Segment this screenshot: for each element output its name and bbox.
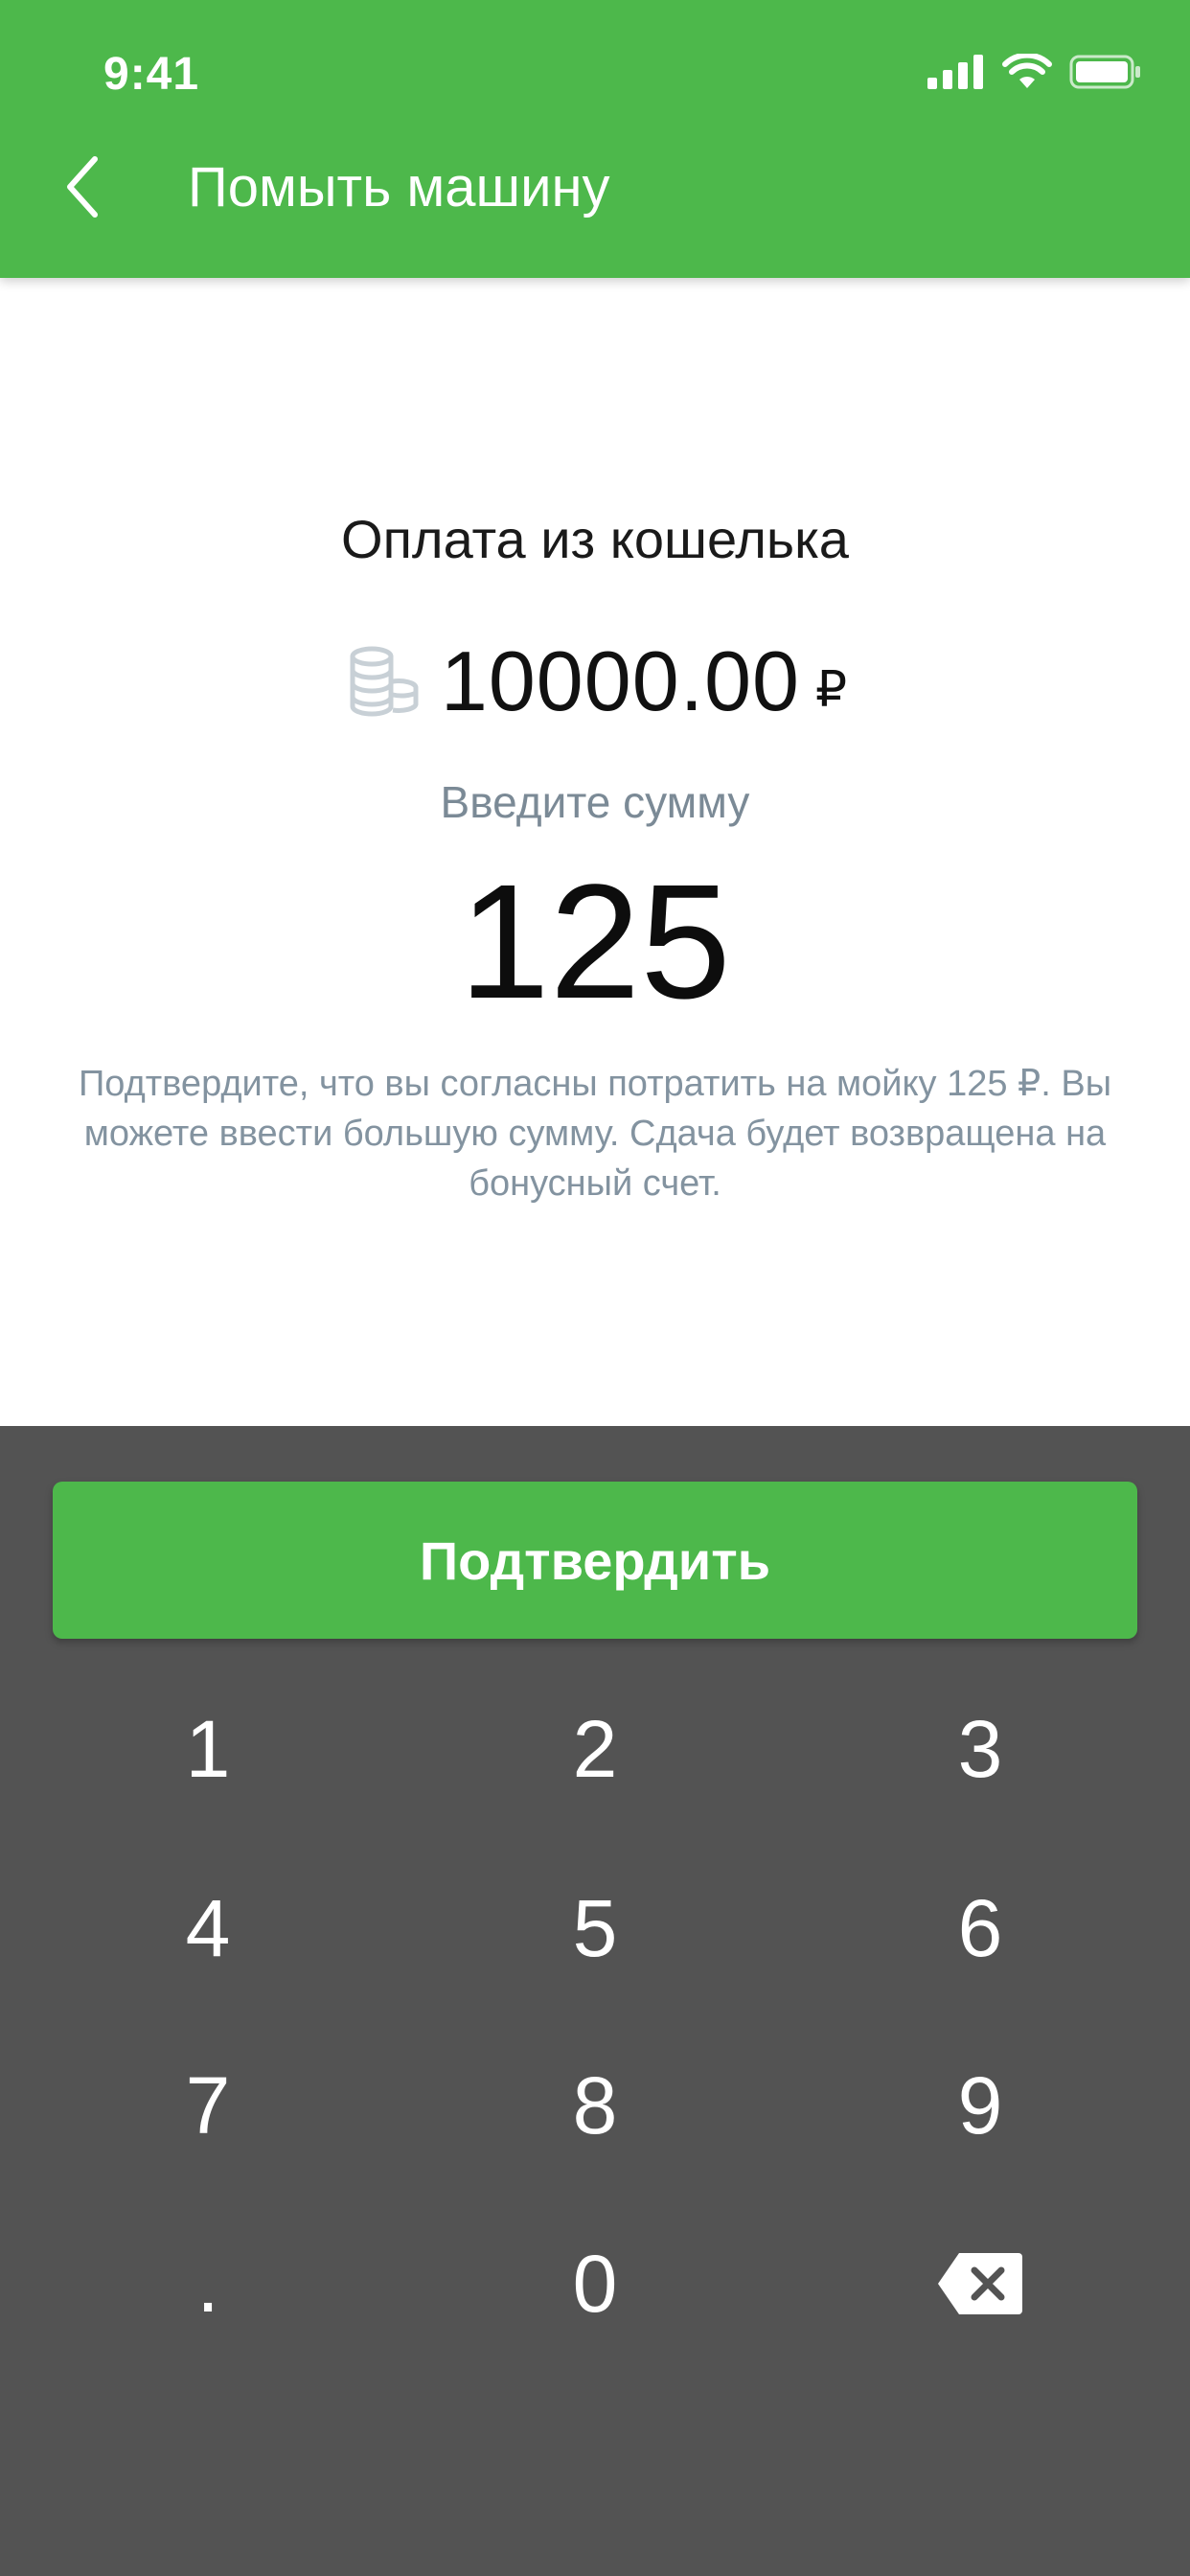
status-icons <box>927 54 1142 90</box>
balance-currency: ₽ <box>814 662 848 718</box>
backspace-key[interactable] <box>836 2212 1124 2356</box>
key-decimal[interactable]: . <box>64 2212 352 2356</box>
key-4[interactable]: 4 <box>64 1856 352 2000</box>
back-button[interactable] <box>48 144 115 230</box>
key-5[interactable]: 5 <box>451 1856 739 2000</box>
amount-input[interactable]: 125 <box>308 853 882 1032</box>
key-2[interactable]: 2 <box>451 1677 739 1821</box>
battery-icon <box>1069 55 1140 89</box>
key-3[interactable]: 3 <box>836 1677 1124 1821</box>
wifi-icon <box>1002 54 1052 88</box>
backspace-icon <box>938 2253 1022 2314</box>
key-0[interactable]: 0 <box>451 2212 739 2356</box>
app-header: 9:41 Помыть машину <box>0 0 1190 278</box>
numeric-keypad: Подтвердить 1 2 3 4 5 6 7 8 9 . 0 <box>0 1426 1190 2576</box>
status-time: 9:41 <box>103 49 200 100</box>
amount-label: Введите сумму <box>440 777 750 827</box>
chevron-left-icon <box>67 156 98 218</box>
balance-amount: 10000.00 <box>440 633 800 728</box>
key-8[interactable]: 8 <box>451 2034 739 2177</box>
key-7[interactable]: 7 <box>64 2034 352 2177</box>
coins-icon <box>350 646 419 717</box>
confirmation-hint: Подтвердите, что вы согласны потратить н… <box>78 1064 1112 1204</box>
key-1[interactable]: 1 <box>64 1677 352 1821</box>
payment-panel: Оплата из кошелька 10000.00 ₽ Введите су… <box>0 278 1190 1426</box>
wallet-title: Оплата из кошелька <box>341 509 849 569</box>
key-6[interactable]: 6 <box>836 1856 1124 2000</box>
key-9[interactable]: 9 <box>836 2034 1124 2177</box>
confirm-button[interactable]: Подтвердить <box>53 1482 1137 1639</box>
page-title: Помыть машину <box>188 156 610 218</box>
signal-icon <box>927 55 983 89</box>
wallet-balance: 10000.00 ₽ <box>0 632 1190 730</box>
